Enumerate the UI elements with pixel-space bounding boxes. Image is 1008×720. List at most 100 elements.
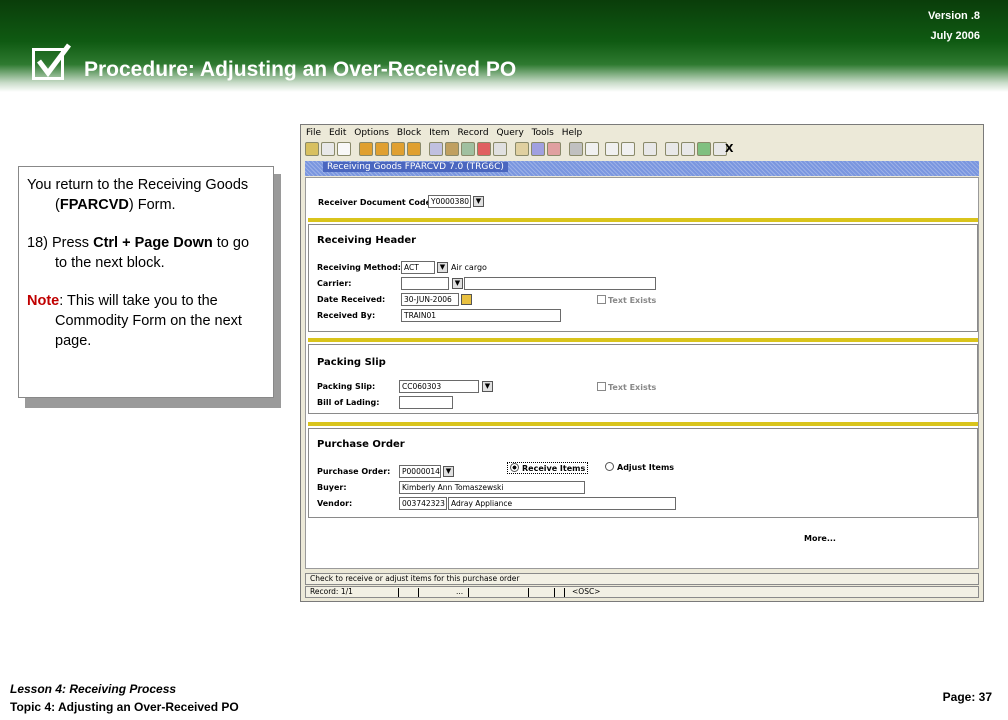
menu-tools[interactable]: Tools — [532, 125, 554, 141]
date-received-field[interactable]: 30-JUN-2006 — [401, 293, 459, 306]
menu-help[interactable]: Help — [562, 125, 583, 141]
separator — [418, 588, 419, 597]
bill-of-lading-field[interactable] — [399, 396, 453, 409]
buyer-label: Buyer: — [317, 483, 347, 492]
chevron-down-icon[interactable]: ▼ — [443, 466, 454, 477]
packing-slip-section: Packing Slip Packing Slip: CC060303 ▼ Te… — [308, 344, 978, 414]
back-icon[interactable] — [643, 142, 657, 156]
carrier-field[interactable] — [401, 277, 449, 290]
receiving-header-section: Receiving Header Receiving Method: ACT ▼… — [308, 224, 978, 332]
banner-app-window: File Edit Options Block Item Record Quer… — [300, 124, 984, 602]
form-title-bar: Receiving Goods FPARCVD 7.0 (TRG6C) — [305, 161, 979, 176]
receiver-doc-label: Receiver Document Code: — [318, 198, 435, 207]
footer-lesson: Lesson 4: Receiving Process — [10, 682, 177, 696]
receive-items-radio[interactable]: Receive Items — [507, 462, 589, 474]
bill-of-lading-label: Bill of Lading: — [317, 398, 380, 407]
version-date: July 2006 — [930, 30, 980, 42]
text-exists-checkbox[interactable]: Text Exists — [597, 382, 656, 392]
form-canvas: Receiver Document Code: Y0000380 ▼ Recei… — [305, 177, 979, 569]
packing-slip-label: Packing Slip: — [317, 382, 376, 391]
text-exists-checkbox[interactable]: Text Exists — [597, 295, 656, 305]
menu-file[interactable]: File — [306, 125, 321, 141]
next-record-icon[interactable] — [407, 142, 421, 156]
list-icon[interactable] — [493, 142, 507, 156]
chevron-down-icon[interactable]: ▼ — [473, 196, 484, 207]
form-title: Receiving Goods FPARCVD 7.0 (TRG6C) — [323, 162, 508, 172]
chevron-down-icon[interactable]: ▼ — [482, 381, 493, 392]
receiving-header-title: Receiving Header — [317, 235, 417, 246]
page-number: Page: 37 — [942, 690, 992, 704]
checkmark-icon — [32, 43, 71, 80]
search-icon[interactable] — [515, 142, 529, 156]
receiving-method-field[interactable]: ACT — [401, 261, 435, 274]
save-icon[interactable] — [305, 142, 319, 156]
previous-block-icon[interactable] — [359, 142, 373, 156]
purchase-order-section: Purchase Order Purchase Order: P0000014 … — [308, 428, 978, 518]
separator — [554, 588, 555, 597]
remove-icon[interactable] — [477, 142, 491, 156]
instruction-callout: You return to the Receiving Goods (FPARC… — [18, 166, 274, 398]
adjust-items-radio[interactable]: Adjust Items — [605, 462, 674, 472]
previous-record-icon[interactable] — [391, 142, 405, 156]
record-status-bar: Record: 1/1 ... <OSC> — [305, 586, 979, 598]
separator — [468, 588, 469, 597]
receiving-method-label: Receiving Method: — [317, 263, 401, 272]
vendor-name-field: Adray Appliance — [448, 497, 676, 510]
print-screen-icon[interactable] — [569, 142, 583, 156]
section-divider — [308, 218, 978, 222]
menu-options[interactable]: Options — [354, 125, 389, 141]
purchase-order-field[interactable]: P0000014 — [399, 465, 441, 478]
menu-record[interactable]: Record — [457, 125, 488, 141]
buyer-field: Kimberly Ann Tomaszewski — [399, 481, 585, 494]
next-block-icon[interactable] — [375, 142, 389, 156]
note-icon[interactable] — [585, 142, 599, 156]
document-icon[interactable] — [337, 142, 351, 156]
chevron-down-icon[interactable]: ▼ — [452, 278, 463, 289]
record-count: Record: 1/1 — [310, 587, 353, 596]
close-icon[interactable]: X — [725, 142, 733, 155]
section-divider — [308, 422, 978, 426]
footer-topic: Topic 4: Adjusting an Over-Received PO — [10, 700, 239, 714]
callout-intro: You return to the Receiving Goods (FPARC… — [27, 177, 249, 213]
chevron-down-icon[interactable]: ▼ — [437, 262, 448, 273]
delete-record-icon[interactable] — [445, 142, 459, 156]
menu-query[interactable]: Query — [496, 125, 523, 141]
version-info: Version .8 July 2006 — [928, 6, 980, 46]
print-icon[interactable] — [321, 142, 335, 156]
date-received-label: Date Received: — [317, 295, 386, 304]
packing-slip-field[interactable]: CC060303 — [399, 380, 479, 393]
menu-edit[interactable]: Edit — [329, 125, 346, 141]
clear-record-icon[interactable] — [461, 142, 475, 156]
receiving-method-desc: Air cargo — [451, 263, 487, 272]
status-ellipsis: ... — [456, 587, 464, 596]
calendar-icon[interactable] — [461, 294, 472, 305]
separator — [528, 588, 529, 597]
calculator-icon[interactable] — [621, 142, 635, 156]
received-by-label: Received By: — [317, 311, 376, 320]
execute-query-icon[interactable] — [531, 142, 545, 156]
separator — [398, 588, 399, 597]
status-message-bar: Check to receive or adjust items for thi… — [305, 573, 979, 585]
menu-item[interactable]: Item — [429, 125, 450, 141]
calendar-icon[interactable] — [605, 142, 619, 156]
purchase-order-label: Purchase Order: — [317, 467, 391, 476]
globe-icon[interactable] — [681, 142, 695, 156]
gear-icon[interactable] — [665, 142, 679, 156]
cancel-query-icon[interactable] — [547, 142, 561, 156]
vendor-id-field: 003742323 — [399, 497, 447, 510]
carrier-desc-field[interactable] — [464, 277, 656, 290]
insert-record-icon[interactable] — [429, 142, 443, 156]
carrier-label: Carrier: — [317, 279, 352, 288]
received-by-field[interactable]: TRAIN01 — [401, 309, 561, 322]
toolbar: X — [305, 142, 965, 158]
page-title: Procedure: Adjusting an Over-Received PO — [84, 58, 517, 81]
packing-slip-title: Packing Slip — [317, 357, 386, 368]
vendor-label: Vendor: — [317, 499, 353, 508]
help-icon[interactable] — [697, 142, 711, 156]
menu-bar: File Edit Options Block Item Record Quer… — [301, 125, 983, 141]
status-message: Check to receive or adjust items for thi… — [310, 574, 520, 583]
more-link[interactable]: More... — [804, 534, 836, 543]
purchase-order-title: Purchase Order — [317, 439, 405, 450]
receiver-doc-field[interactable]: Y0000380 — [428, 195, 471, 208]
menu-block[interactable]: Block — [397, 125, 421, 141]
